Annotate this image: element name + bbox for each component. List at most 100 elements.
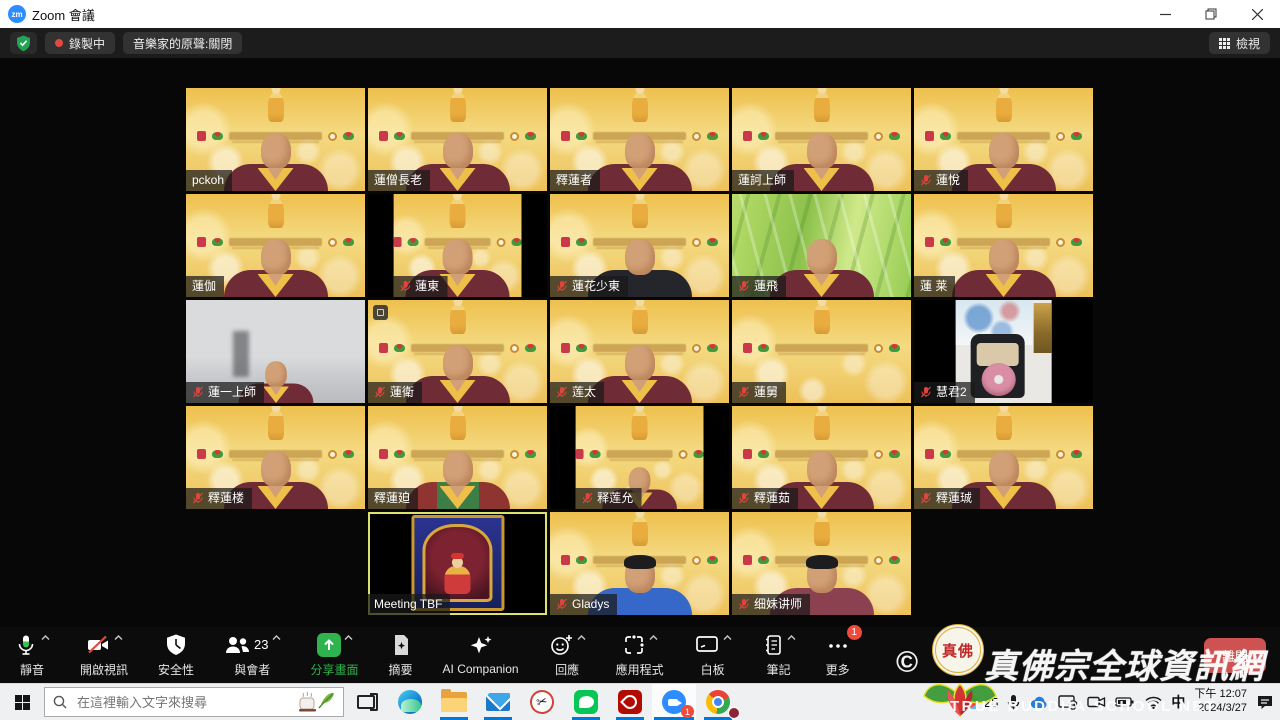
- share-screen-button[interactable]: 分享畫面: [311, 633, 359, 678]
- chevron-up-icon[interactable]: [114, 635, 123, 641]
- screen-cast-icon[interactable]: [1058, 694, 1078, 710]
- participant-tile[interactable]: 细妹讲师: [732, 512, 911, 615]
- participant-tile[interactable]: 慧君2: [914, 300, 1093, 403]
- ai-companion-button[interactable]: AI Companion: [443, 634, 519, 676]
- deity-figure: [814, 304, 830, 334]
- recording-indicator[interactable]: 錄製中: [45, 32, 115, 54]
- restore-button[interactable]: [1188, 0, 1234, 28]
- participant-tile[interactable]: 釋蓮茹: [732, 406, 911, 509]
- participant-tile[interactable]: 釋蓮者: [550, 88, 729, 191]
- taskbar-clock[interactable]: 下午 12:07 2024/3/27: [1194, 688, 1247, 716]
- participant-tile[interactable]: 蓮伽: [186, 194, 365, 297]
- close-button[interactable]: [1234, 0, 1280, 28]
- chevron-up-icon[interactable]: [723, 635, 732, 641]
- whiteboard-button[interactable]: 白板: [694, 633, 732, 678]
- chevron-up-icon[interactable]: [41, 635, 50, 641]
- taskbar-app-snipping[interactable]: ✂: [520, 684, 564, 720]
- summary-button[interactable]: 摘要: [389, 633, 413, 678]
- pillarboxed-video: 释莲允: [575, 406, 704, 509]
- encryption-shield-icon[interactable]: [10, 32, 37, 54]
- summary-doc-icon: [390, 633, 412, 657]
- mute-button[interactable]: 靜音: [14, 633, 50, 678]
- participant-nametag: pckoh: [186, 170, 232, 191]
- muted-mic-icon: [738, 386, 750, 398]
- participant-name: 蓮 莱: [920, 280, 947, 292]
- participant-tile[interactable]: 蓮衛: [368, 300, 547, 403]
- participant-nametag: 釋蓮者: [550, 170, 600, 191]
- participant-figure: [224, 131, 328, 191]
- original-sound-toggle[interactable]: 音樂家的原聲:關閉: [123, 32, 242, 54]
- tile-corner-badge: [373, 305, 388, 320]
- deity-figure: [996, 92, 1012, 122]
- deity-figure: [996, 198, 1012, 228]
- chevron-up-icon[interactable]: [272, 635, 281, 641]
- participant-tile[interactable]: 蓮悅: [914, 88, 1093, 191]
- participant-name: 蓮衛: [390, 386, 414, 398]
- action-center-icon[interactable]: [1256, 694, 1274, 710]
- participant-tile[interactable]: 釋蓮廹: [368, 406, 547, 509]
- participant-tile[interactable]: 蓮僧長老: [368, 88, 547, 191]
- view-button[interactable]: 檢視: [1209, 32, 1270, 54]
- participant-tile[interactable]: 蓮 莱: [914, 194, 1093, 297]
- deity-figure: [450, 198, 466, 228]
- participant-tile[interactable]: 釋蓮楼: [186, 406, 365, 509]
- clock-date: 2024/3/27: [1198, 702, 1247, 714]
- participant-tile[interactable]: 蓮一上師: [186, 300, 365, 403]
- tray-camera-icon[interactable]: [1087, 695, 1106, 709]
- taskbar-search[interactable]: [44, 687, 344, 717]
- participant-tile[interactable]: pckoh: [186, 88, 365, 191]
- participant-nametag: 蓮僧長老: [368, 170, 430, 191]
- chevron-up-icon[interactable]: [649, 635, 658, 641]
- participants-button[interactable]: 23 與會者: [224, 633, 280, 678]
- participant-tile[interactable]: 蓮舅: [732, 300, 911, 403]
- notes-button[interactable]: 筆記: [762, 633, 796, 678]
- chevron-up-icon[interactable]: [787, 635, 796, 641]
- participant-tile[interactable]: Gladys: [550, 512, 729, 615]
- minimize-button[interactable]: [1142, 0, 1188, 28]
- more-button[interactable]: 1 更多: [826, 633, 850, 678]
- taskbar-app-explorer[interactable]: [432, 684, 476, 720]
- participant-tile[interactable]: Meeting TBF: [368, 512, 547, 615]
- participant-tile[interactable]: 蓮花少東: [550, 194, 729, 297]
- participant-tile[interactable]: 蓮訶上師: [732, 88, 911, 191]
- search-input[interactable]: [75, 694, 289, 711]
- leave-meeting-button[interactable]: 離開: [1204, 638, 1266, 673]
- taskbar-app-acrobat[interactable]: [608, 684, 652, 720]
- participant-figure: [406, 449, 510, 509]
- participant-name: 蓮舅: [754, 386, 778, 398]
- participant-tile[interactable]: 莲太: [550, 300, 729, 403]
- taskbar-app-line[interactable]: [564, 684, 608, 720]
- participant-tile[interactable]: 释莲允: [550, 406, 729, 509]
- participant-nametag: 释莲允: [575, 488, 641, 509]
- notes-icon: [762, 633, 784, 657]
- participant-tile[interactable]: 蓮飛: [732, 194, 911, 297]
- security-button[interactable]: 安全性: [158, 633, 194, 678]
- deity-figure: [450, 410, 466, 440]
- participant-tile[interactable]: 釋蓮珹: [914, 406, 1093, 509]
- start-button[interactable]: [0, 684, 44, 720]
- tray-mic-icon[interactable]: [1007, 694, 1020, 711]
- meeting-toolbar: 靜音 開啟視訊 安全性: [0, 627, 1280, 683]
- participant-name: 釋蓮楼: [208, 492, 244, 504]
- participant-nametag: 蓮飛: [732, 276, 786, 297]
- taskbar-app-mail[interactable]: [476, 684, 520, 720]
- weather-widget[interactable]: 1 25: [954, 692, 998, 712]
- task-view-button[interactable]: [344, 684, 388, 720]
- apps-button[interactable]: 應用程式: [616, 633, 664, 678]
- taskbar-app-chrome[interactable]: [696, 684, 740, 720]
- wifi-icon[interactable]: [1145, 696, 1162, 709]
- zoom-app-icon: zm: [8, 5, 26, 23]
- chevron-up-icon[interactable]: [344, 635, 353, 641]
- participant-nametag: 釋蓮楼: [186, 488, 252, 509]
- start-video-button[interactable]: 開啟視訊: [80, 633, 128, 678]
- battery-icon[interactable]: [1115, 696, 1136, 708]
- participant-tile[interactable]: 蓮東: [368, 194, 547, 297]
- taskbar-app-edge[interactable]: [388, 684, 432, 720]
- ime-indicator[interactable]: 中: [1171, 692, 1185, 712]
- taskbar-app-zoom[interactable]: 1: [652, 684, 696, 720]
- chevron-up-icon[interactable]: [577, 635, 586, 641]
- participants-count: 23: [254, 637, 268, 652]
- reactions-button[interactable]: 回應: [549, 633, 586, 678]
- onedrive-icon[interactable]: [1029, 695, 1049, 709]
- reactions-icon: [549, 633, 574, 657]
